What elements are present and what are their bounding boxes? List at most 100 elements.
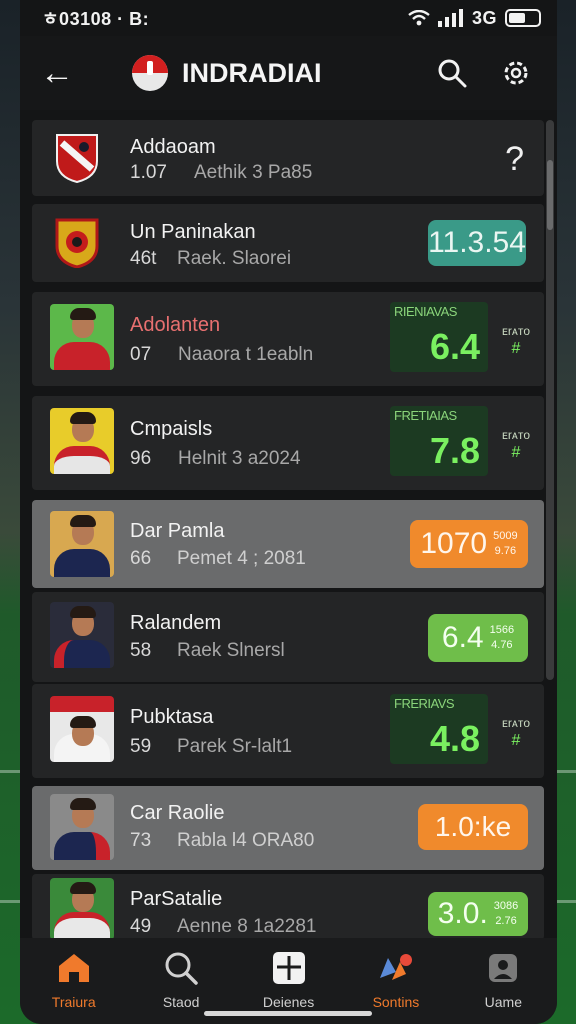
scrollbar-thumb[interactable] xyxy=(547,160,553,230)
player-avatar xyxy=(50,794,114,860)
row-subtitle: Aenne 8 1a2281 xyxy=(177,916,317,937)
rating-mini: 5009 9.76 xyxy=(493,530,518,557)
row-title: Dar Pamla xyxy=(130,520,225,542)
row-subtitle: Rabla l4 ORA80 xyxy=(177,830,315,851)
status-icons: 3G xyxy=(408,8,541,29)
row-subtitle: Helnit 3 a2024 xyxy=(178,448,301,469)
app-bar: ← INDRADIAI xyxy=(20,36,557,110)
player-avatar xyxy=(50,696,114,762)
rating-badge: 6.4 1566 4.76 xyxy=(428,614,528,662)
rating-badge: 1.0:ke xyxy=(418,804,528,850)
list-item-selected[interactable]: Dar Pamla 66 Pemet 4 ; 2081 1070 5009 9.7… xyxy=(32,500,544,588)
row-number: 07 xyxy=(130,344,152,365)
search-icon xyxy=(438,59,467,88)
back-arrow-icon[interactable]: ← xyxy=(40,54,80,93)
row-number: 66 xyxy=(130,548,152,569)
nav-label: Uame xyxy=(484,994,522,1010)
home-indicator xyxy=(204,1011,372,1016)
rating-badge: 3.0. 3086 2.76 xyxy=(428,892,528,936)
row-number: 58 xyxy=(130,640,152,661)
profile-icon xyxy=(489,954,518,982)
nav-label: Traiura xyxy=(51,994,96,1010)
list-item[interactable]: Addaoam 1.07 Aethik 3 Pa85 ? xyxy=(32,120,544,196)
row-title: Pubktasa xyxy=(130,706,214,728)
side-text: ᴇrᴀᴛᴏ xyxy=(502,716,530,730)
row-subtitle: Parek Sr-lalt1 xyxy=(177,736,293,757)
list-item[interactable]: Adolanten 07 Naaora t 1eabln RIENIAVAS 6… xyxy=(32,292,544,386)
hash-icon: # xyxy=(511,444,521,461)
row-subtitle: Raek. Slaorei xyxy=(177,248,292,269)
rating-panel: RIENIAVAS 6.4 xyxy=(390,302,488,372)
rating-badge: 1070 5009 9.76 xyxy=(410,520,528,568)
row-number: 73 xyxy=(130,830,152,851)
rating-value: 1.0:ke xyxy=(434,811,512,842)
bottom-nav: Traiura Staod Deienes Sontins Uame xyxy=(20,938,557,1024)
rating-value: 3.0. xyxy=(437,897,488,930)
rating-mini: 1566 4.76 xyxy=(489,624,515,651)
nav-home[interactable]: Traiura xyxy=(20,938,127,1024)
nav-label: Sontins xyxy=(372,994,420,1010)
battery-icon xyxy=(505,9,541,27)
rating-value: 6.4 xyxy=(441,621,484,654)
list-item-selected[interactable]: Car Raolie 73 Rabla l4 ORA80 1.0:ke xyxy=(32,786,544,870)
row-title: Un Paninakan xyxy=(130,221,256,243)
rating-value: 7.8 xyxy=(429,430,480,471)
gear-icon xyxy=(504,61,528,85)
status-time: ㅎ03108 · B: xyxy=(42,9,150,29)
grid-icon xyxy=(272,952,305,984)
phone-screen: ㅎ03108 · B: 3G ← INDRADIAI Addaoam 1.07 … xyxy=(20,0,557,1024)
row-subtitle: Raek Slnersl xyxy=(177,640,285,661)
row-title: Cmpaisls xyxy=(130,418,213,440)
row-number: 49 xyxy=(130,916,152,937)
list-item[interactable]: Pubktasa 59 Parek Sr-lalt1 FRERIAVS 4.8 … xyxy=(32,684,544,778)
club-crest-icon xyxy=(55,218,99,268)
list-item[interactable]: Ralandem 58 Raek Slnersl 6.4 1566 4.76 xyxy=(32,592,544,682)
rating-badge: 11.3.54 xyxy=(428,220,526,266)
nav-profile[interactable]: Uame xyxy=(450,938,557,1024)
rating-side: ᴇrᴀᴛᴏ # xyxy=(492,322,540,358)
rating-panel: FRERIAVS 4.8 xyxy=(390,694,488,764)
player-avatar xyxy=(50,408,114,474)
status-bar: ㅎ03108 · B: 3G xyxy=(20,0,557,36)
rating-side: ᴇrᴀᴛᴏ # xyxy=(492,426,540,462)
hash-icon: # xyxy=(511,732,521,749)
row-number: 1.07 xyxy=(130,162,167,183)
row-number: 59 xyxy=(130,736,152,757)
player-avatar xyxy=(50,878,114,940)
rating-label: FRERIAVS xyxy=(394,696,455,711)
row-title: Car Raolie xyxy=(130,802,225,824)
rating-panel: FRETIAIAS 7.8 xyxy=(390,406,488,476)
settings-button[interactable] xyxy=(493,50,539,96)
rating-value: 6.4 xyxy=(429,326,480,367)
list-item[interactable]: Cmpaisls 96 Helnit 3 a2024 FRETIAIAS 7.8… xyxy=(32,396,544,490)
row-subtitle: Aethik 3 Pa85 xyxy=(194,162,313,183)
signal-icon xyxy=(437,9,463,27)
search-icon xyxy=(165,952,198,985)
hash-icon: # xyxy=(511,340,521,357)
list-item[interactable]: Un Paninakan 46t Raek. Slaorei 11.3.54 xyxy=(32,204,544,282)
row-title: Ralandem xyxy=(130,612,222,634)
list-item[interactable]: ParSatalie 49 Aenne 8 1a2281 3.0. 3086 2.… xyxy=(32,874,544,940)
wifi-icon xyxy=(408,10,430,26)
rating-mini: 3086 2.76 xyxy=(493,900,519,927)
search-button[interactable] xyxy=(429,50,475,96)
row-number: 96 xyxy=(130,448,152,469)
row-number: 46t xyxy=(130,248,157,269)
player-avatar xyxy=(50,511,114,577)
rating-value: 1070 xyxy=(420,527,488,560)
side-text: ᴇrᴀᴛᴏ xyxy=(502,324,530,338)
rating-label: RIENIAVAS xyxy=(394,304,457,319)
help-icon[interactable]: ? xyxy=(505,140,524,179)
club-crest-icon xyxy=(56,134,98,183)
rating-side: ᴇrᴀᴛᴏ # xyxy=(492,714,540,750)
row-title: Adolanten xyxy=(130,314,221,336)
app-logo-icon xyxy=(132,55,168,91)
player-avatar xyxy=(50,304,114,370)
nav-label: Staod xyxy=(162,994,200,1010)
side-text: ᴇrᴀᴛᴏ xyxy=(502,428,530,442)
scrollbar[interactable] xyxy=(546,120,554,680)
row-title: ParSatalie xyxy=(130,888,223,910)
chart-icon xyxy=(379,954,412,980)
rating-value: 4.8 xyxy=(429,718,480,759)
network-label: 3G xyxy=(471,7,497,28)
